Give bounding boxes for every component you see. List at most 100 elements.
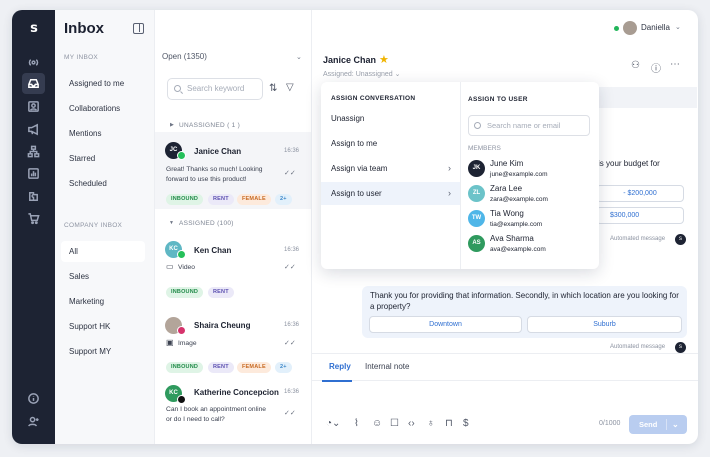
assignee-selector[interactable]: Assigned: Unassigned ⌄ <box>323 70 400 78</box>
add-user-icon[interactable]: ⚇ <box>631 60 640 71</box>
automated-label: Automated message <box>610 236 666 242</box>
sidebar-item-starred[interactable]: Starred <box>61 148 145 169</box>
contacts-icon[interactable] <box>22 96 45 117</box>
attachment-icon[interactable]: ⌇ <box>354 418 359 429</box>
conversation-item-ken[interactable]: KC Ken Chan 16:36 ▭ Video ✓✓ INBOUND REN… <box>155 230 311 303</box>
search-icon <box>174 85 181 92</box>
send-button[interactable]: Send ⌄ <box>629 415 687 434</box>
assigned-header: ASSIGNED (100) <box>179 220 234 227</box>
option-button-suburb[interactable]: Suburb <box>527 316 682 333</box>
user-settings-icon[interactable] <box>22 411 45 432</box>
status-filter[interactable]: Open (1350) <box>162 52 207 61</box>
send-label: Send <box>639 420 658 429</box>
member-email: june@example.com <box>490 171 548 178</box>
member-avatar: ZL <box>468 185 485 202</box>
conversation-list: Open (1350) ⌄ Search keyword ⇅ ▽ ▶ UNASS… <box>155 10 312 444</box>
sidebar-item-collaborations[interactable]: Collaborations <box>61 98 145 119</box>
sidebar-item-marketing[interactable]: Marketing <box>61 291 145 312</box>
sort-icon[interactable]: ⇅ <box>269 83 277 94</box>
user-avatar[interactable] <box>623 21 637 35</box>
option-unassign[interactable]: Unassign <box>321 107 460 130</box>
search-input[interactable]: Search keyword <box>167 78 263 100</box>
assigned-label: Assigned: <box>323 71 354 78</box>
option-label: Assign to user <box>331 189 382 198</box>
member-name: Zara Lee <box>490 184 523 193</box>
sidebar-item-support-hk[interactable]: Support HK <box>61 316 145 337</box>
sidebar-item-scheduled[interactable]: Scheduled <box>61 173 145 194</box>
tag-more: 2+ <box>275 362 292 373</box>
assign-to-user-header: ASSIGN TO USER <box>468 96 528 103</box>
user-name[interactable]: Daniella <box>641 23 670 32</box>
sitemap-icon[interactable] <box>22 141 45 162</box>
column-divider <box>460 82 461 269</box>
sidebar-item-all[interactable]: All <box>61 241 145 262</box>
conversation-item-janice[interactable]: JC Janice Chan 16:36 Great! Thanks so mu… <box>155 132 311 209</box>
whatsapp-icon <box>177 151 186 160</box>
read-receipt-icon: ✓✓ <box>284 264 296 271</box>
option-button-downtown[interactable]: Downtown <box>369 316 522 333</box>
status-filter-label: Open (1350) <box>162 52 207 61</box>
microphone-icon[interactable]: ♁ <box>427 418 435 429</box>
chevron-down-icon[interactable]: ⌄ <box>672 415 679 434</box>
sidebar-item-sales[interactable]: Sales <box>61 266 145 287</box>
sidebar-item-assigned-to-me[interactable]: Assigned to me <box>61 73 145 94</box>
message-time: 16:36 <box>284 389 300 395</box>
more-icon[interactable]: ⋯ <box>670 59 680 70</box>
icon-rail: s <box>12 10 55 444</box>
option-assign-via-team[interactable]: Assign via team › <box>321 157 460 180</box>
shopping-bag-icon[interactable]: ⊓ <box>445 418 453 429</box>
info-icon[interactable]: ⓘ <box>651 60 661 75</box>
broadcast-icon[interactable] <box>22 52 45 73</box>
message-preview-line-1: Great! Thanks so much! Looking <box>166 166 263 173</box>
tag-inbound: INBOUND <box>166 362 204 373</box>
option-assign-to-user[interactable]: Assign to user › <box>321 182 460 205</box>
message-text: Thank you for providing that information… <box>370 291 679 311</box>
member-avatar: AS <box>468 235 485 252</box>
whatsapp-channel-icon[interactable]: ◔⌄ <box>326 418 340 429</box>
option-button-budget-2[interactable]: $300,000 <box>596 207 684 224</box>
conversation-item-shaira[interactable]: Shaira Cheung 16:36 ▣ Image ✓✓ INBOUND R… <box>155 305 311 380</box>
chevron-down-icon[interactable]: ⌄ <box>296 53 302 61</box>
chevron-right-icon: › <box>448 188 451 198</box>
star-icon[interactable]: ★ <box>379 53 389 66</box>
conversation-item-katherine[interactable]: KC Katherine Concepcion 16:36 Can I book… <box>155 382 311 444</box>
payment-icon[interactable]: $ <box>463 418 469 429</box>
search-placeholder: Search keyword <box>187 84 245 93</box>
sidebar-collapse-icon[interactable] <box>133 23 144 34</box>
cart-icon[interactable] <box>22 208 45 229</box>
sidebar-item-support-my[interactable]: Support MY <box>61 341 145 362</box>
member-email: ava@example.com <box>490 246 546 253</box>
assign-dropdown: ASSIGN CONVERSATION Unassign Assign to m… <box>321 82 599 269</box>
inbox-icon[interactable] <box>22 73 45 94</box>
filter-icon[interactable]: ▽ <box>286 82 294 93</box>
assign-conversation-header: ASSIGN CONVERSATION <box>331 95 416 102</box>
emoji-icon[interactable]: ☺ <box>372 418 382 429</box>
image-icon: ▣ <box>166 338 174 347</box>
megaphone-icon[interactable] <box>22 119 45 140</box>
video-icon: ▭ <box>166 262 174 271</box>
user-search-placeholder: Search name or email <box>487 121 561 130</box>
instagram-icon <box>177 326 186 335</box>
integrations-icon[interactable] <box>22 186 45 207</box>
tab-internal-note[interactable]: Internal note <box>365 362 409 371</box>
template-icon[interactable]: ☐ <box>390 418 399 429</box>
tiktok-icon <box>177 395 186 404</box>
triangle-right-icon[interactable]: ▶ <box>170 122 174 128</box>
tab-reply[interactable]: Reply <box>329 362 351 371</box>
user-search-input[interactable]: Search name or email <box>468 115 590 136</box>
sidebar-item-mentions[interactable]: Mentions <box>61 123 145 144</box>
triangle-down-icon[interactable]: ▼ <box>169 220 174 226</box>
reports-icon[interactable] <box>22 163 45 184</box>
code-icon[interactable]: ‹› <box>408 418 415 429</box>
member-email: tia@example.com <box>490 221 543 228</box>
option-button-budget-1[interactable]: - $200,000 <box>596 185 684 202</box>
help-icon[interactable] <box>22 388 45 409</box>
tag-rent: RENT <box>208 362 234 373</box>
sidebar-title: Inbox <box>64 20 104 37</box>
tag-inbound: INBOUND <box>166 194 204 205</box>
chevron-right-icon: › <box>448 163 451 173</box>
chevron-down-icon[interactable]: ⌄ <box>675 23 681 31</box>
option-assign-to-me[interactable]: Assign to me <box>321 132 460 155</box>
member-name: Tia Wong <box>490 209 524 218</box>
bot-avatar-icon: s <box>675 342 686 353</box>
